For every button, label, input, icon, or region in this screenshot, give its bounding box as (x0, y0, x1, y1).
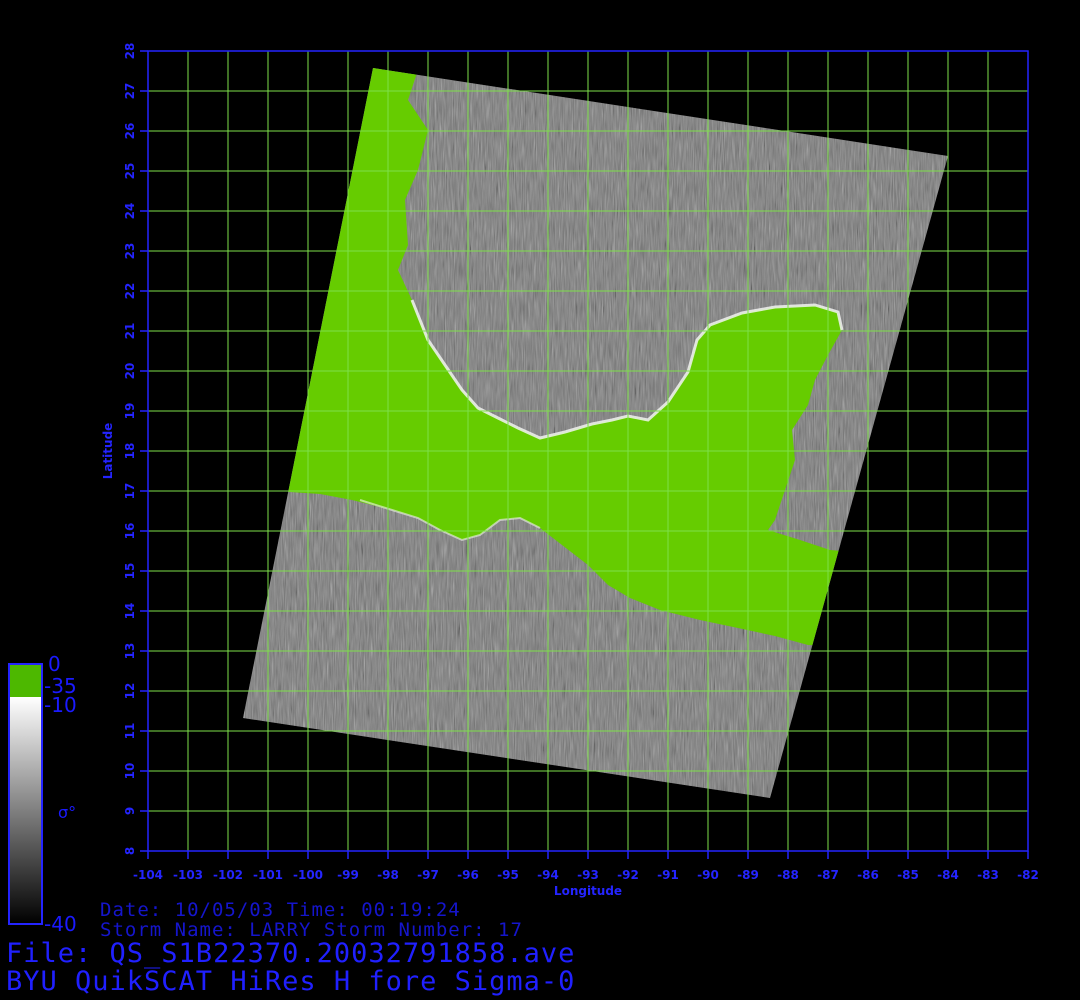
lat-tick-label: 15 (123, 563, 137, 580)
lon-tick-label: -102 (213, 868, 243, 882)
colorbar-green-segment (9, 664, 42, 697)
lat-tick-label: 8 (123, 847, 137, 855)
map-figure: -104 -103 -102 -101 -100 -99 -98 -97 -96 -95 -94 -9… (8, 43, 1039, 925)
lat-lon-grid (148, 51, 1028, 851)
x-axis-label: Longitude (554, 884, 622, 898)
lat-tick-label: 21 (123, 323, 137, 340)
colorbar-gray-bottom-label: -40 (44, 912, 77, 936)
lon-tick-label: -99 (337, 868, 359, 882)
latitude-ticks: 8 9 10 11 12 13 14 15 16 17 18 19 20 21 22 23 24 25 26 27 28 (123, 43, 148, 855)
lon-tick-label: -104 (133, 868, 163, 882)
lat-tick-label: 25 (123, 163, 137, 180)
lat-tick-label: 10 (123, 763, 137, 780)
lat-tick-label: 27 (123, 83, 137, 100)
lat-tick-label: 19 (123, 403, 137, 420)
file-line: File: QS_S1B22370.20032791858.ave (6, 938, 576, 969)
colorbar-green-top-label: 0 (48, 652, 61, 676)
lat-tick-label: 13 (123, 643, 137, 660)
lon-tick-label: -87 (817, 868, 839, 882)
colorbar (8, 663, 43, 925)
product-title: BYU QuikSCAT HiRes H fore Sigma-0 (6, 966, 576, 997)
lon-tick-label: -83 (977, 868, 999, 882)
lon-tick-label: -82 (1017, 868, 1039, 882)
lon-tick-label: -98 (377, 868, 399, 882)
lat-tick-label: 26 (123, 123, 137, 140)
colorbar-symbol: σ° (58, 803, 77, 822)
lat-tick-label: 24 (123, 203, 137, 220)
lon-tick-label: -85 (897, 868, 919, 882)
lat-tick-label: 23 (123, 243, 137, 260)
lon-tick-label: -88 (777, 868, 799, 882)
lat-tick-label: 28 (123, 43, 137, 60)
lon-tick-label: -90 (697, 868, 719, 882)
colorbar-gray-segment (9, 697, 42, 924)
radar-swath (243, 68, 948, 798)
lon-tick-label: -93 (577, 868, 599, 882)
lat-tick-label: 20 (123, 363, 137, 380)
colorbar-gray-top-label: -10 (44, 693, 77, 717)
date-time-line: Date: 10/05/03 Time: 00:19:24 (100, 899, 461, 921)
lat-tick-label: 9 (123, 807, 137, 815)
y-axis-label: Latitude (101, 423, 115, 480)
lon-tick-label: -92 (617, 868, 639, 882)
longitude-ticks: -104 -103 -102 -101 -100 -99 -98 -97 -96 -95 -94 -9… (133, 851, 1039, 882)
lat-tick-label: 11 (123, 723, 137, 740)
lon-tick-label: -100 (293, 868, 323, 882)
lon-tick-label: -89 (737, 868, 759, 882)
lon-tick-label: -103 (173, 868, 203, 882)
lon-tick-label: -84 (937, 868, 959, 882)
lon-tick-label: -101 (253, 868, 283, 882)
lon-tick-label: -86 (857, 868, 879, 882)
lon-tick-label: -96 (457, 868, 479, 882)
lon-tick-label: -95 (497, 868, 519, 882)
lon-tick-label: -91 (657, 868, 679, 882)
lon-tick-label: -94 (537, 868, 559, 882)
lat-tick-label: 22 (123, 283, 137, 300)
lon-tick-label: -97 (417, 868, 439, 882)
lat-tick-label: 14 (123, 603, 137, 620)
lat-tick-label: 16 (123, 523, 137, 540)
lat-tick-label: 12 (123, 683, 137, 700)
lat-tick-label: 18 (123, 443, 137, 460)
lat-tick-label: 17 (123, 483, 137, 500)
